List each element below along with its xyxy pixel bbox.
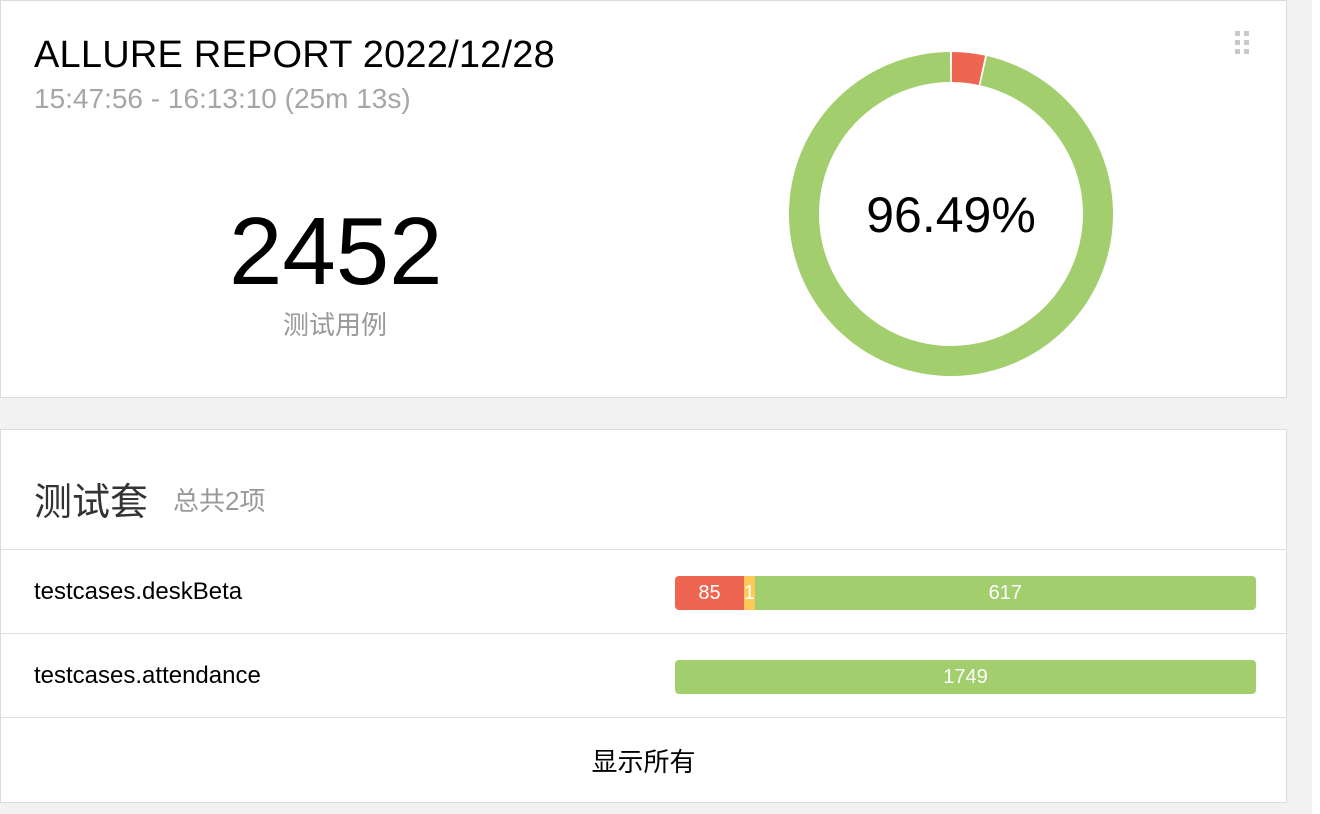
suites-total-count: 总共2项	[173, 486, 266, 516]
suite-row-attendance[interactable]: testcases.attendance 1749	[1, 634, 1286, 718]
total-testcases-label: 测试用例	[283, 310, 388, 340]
suite-status-bar: 1749	[675, 660, 1256, 694]
suite-name: testcases.deskBeta	[34, 578, 243, 605]
suite-status-bar: 85 1 617	[675, 576, 1256, 610]
status-segment-broken: 1	[744, 576, 755, 610]
status-segment-failed: 85	[675, 576, 745, 610]
status-segment-passed: 617	[754, 576, 1256, 610]
suites-title: 测试套	[34, 482, 149, 524]
status-segment-passed: 1749	[675, 660, 1256, 694]
report-title: ALLURE REPORT 2022/12/28	[34, 34, 555, 76]
show-all-link[interactable]: 显示所有	[1, 718, 1286, 802]
drag-handle-icon[interactable]	[1235, 31, 1253, 59]
donut-segment-failed[interactable]	[951, 52, 986, 85]
pass-rate-donut-chart[interactable]: 96.49%	[787, 50, 1115, 378]
page-right-edge	[1312, 0, 1320, 814]
report-time-range: 15:47:56 - 16:13:10 (25m 13s)	[34, 83, 411, 114]
summary-widget: ALLURE REPORT 2022/12/28 15:47:56 - 16:1…	[0, 0, 1287, 398]
pass-rate-percentage: 96.49%	[866, 187, 1036, 243]
suites-widget: 测试套 总共2项 testcases.deskBeta 85 1 617 tes…	[0, 429, 1287, 803]
suites-header: 测试套 总共2项	[1, 430, 1286, 550]
suite-row-deskbeta[interactable]: testcases.deskBeta 85 1 617	[1, 550, 1286, 634]
suite-name: testcases.attendance	[34, 662, 261, 689]
total-testcases-count: 2452	[229, 198, 443, 305]
